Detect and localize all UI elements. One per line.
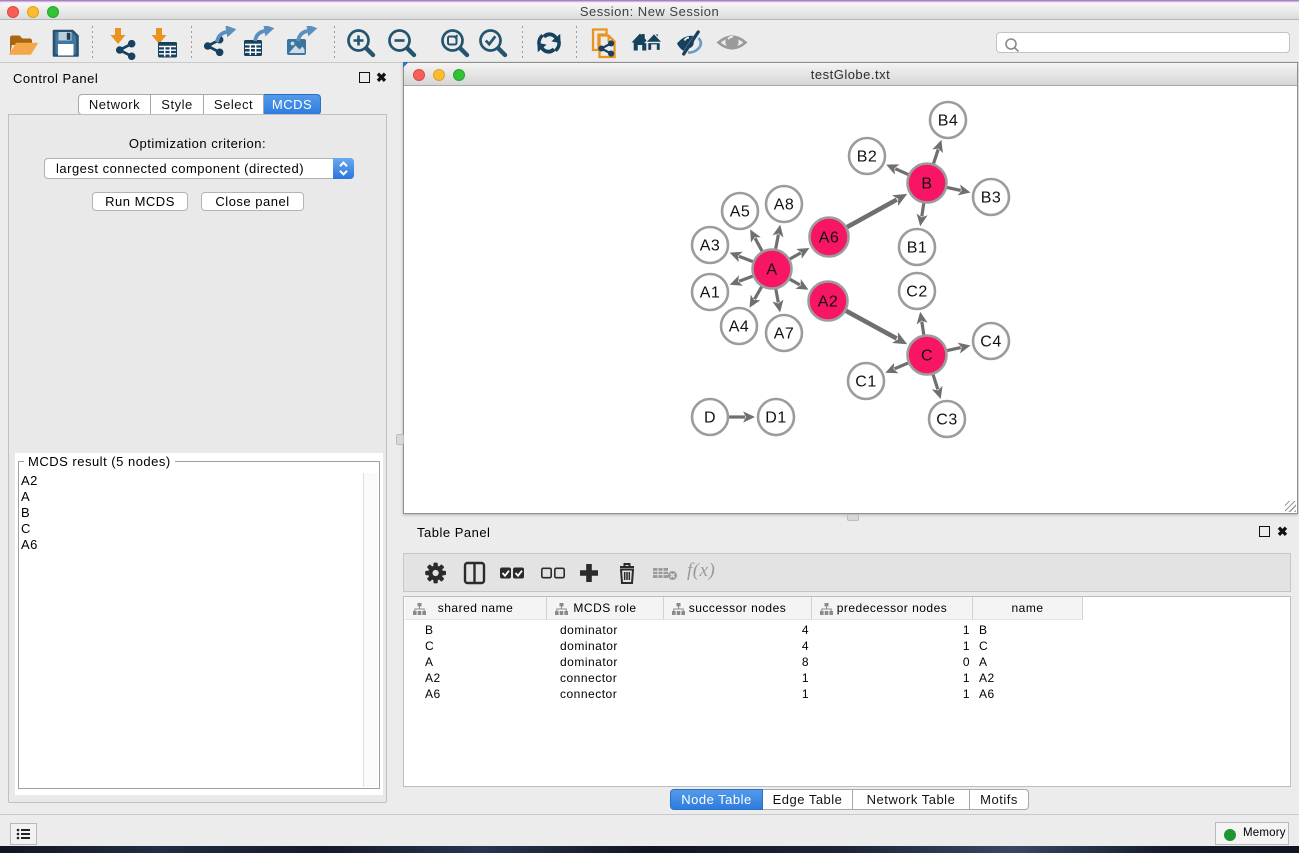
svg-text:A: A [766, 262, 777, 279]
svg-text:C4: C4 [980, 334, 1001, 351]
svg-text:A5: A5 [730, 204, 751, 221]
svg-text:A4: A4 [729, 319, 750, 336]
svg-text:B: B [921, 176, 932, 193]
svg-text:C2: C2 [906, 284, 927, 301]
svg-text:A3: A3 [700, 238, 721, 255]
svg-text:A6: A6 [819, 230, 840, 247]
svg-text:D1: D1 [765, 410, 786, 427]
svg-text:A1: A1 [700, 285, 721, 302]
svg-text:C3: C3 [936, 412, 957, 429]
svg-text:A8: A8 [774, 197, 795, 214]
svg-text:B3: B3 [981, 190, 1002, 207]
svg-text:B1: B1 [907, 240, 928, 257]
svg-text:A7: A7 [774, 326, 795, 343]
svg-text:D: D [704, 410, 716, 427]
svg-text:B2: B2 [857, 149, 878, 166]
svg-text:B4: B4 [938, 113, 959, 130]
svg-text:C: C [921, 348, 933, 365]
svg-text:C1: C1 [855, 374, 876, 391]
svg-text:A2: A2 [818, 294, 839, 311]
